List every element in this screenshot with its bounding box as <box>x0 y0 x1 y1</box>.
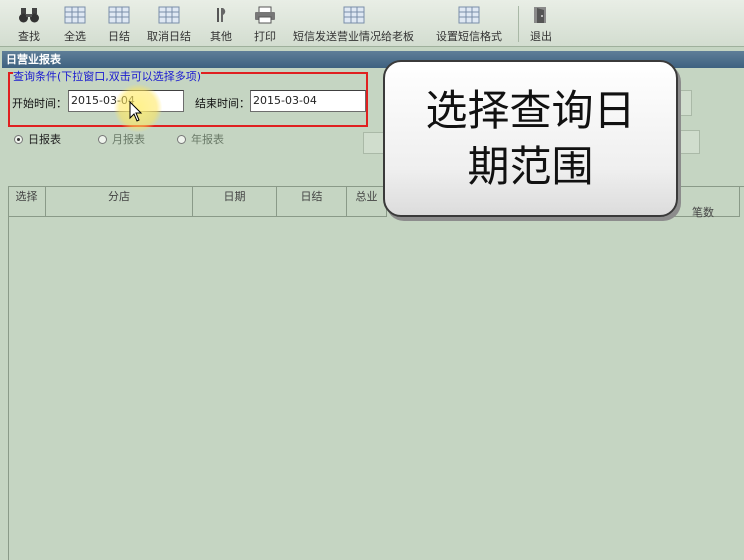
start-time-label: 开始时间： <box>12 97 67 110</box>
radio-dot <box>177 134 186 144</box>
toolbar: 查找 全选 日结 取消日结 其他 打印 短信发送营业情况给老板 设置短信格式 退… <box>0 0 744 47</box>
select-all-button[interactable]: 全选 <box>64 4 86 44</box>
callout-line-1: 选择查询日 <box>425 85 636 135</box>
mouse-cursor-icon <box>129 101 143 122</box>
column-header-day-close[interactable]: 日结 <box>277 186 347 217</box>
tools-icon <box>210 4 232 26</box>
other-label: 其他 <box>210 30 232 43</box>
disabled-field <box>676 130 700 154</box>
radio-daily-report[interactable]: 日报表 <box>14 131 61 147</box>
radio-label: 日报表 <box>28 133 61 146</box>
radio-label: 年报表 <box>191 133 224 146</box>
print-button[interactable]: 打印 <box>254 4 276 44</box>
binoculars-icon <box>18 4 40 26</box>
grid-icon <box>158 4 180 26</box>
find-button[interactable]: 查找 <box>18 4 40 44</box>
disabled-field <box>676 90 692 116</box>
report-grid[interactable] <box>8 186 744 560</box>
exit-button[interactable]: 退出 <box>530 4 552 44</box>
column-header-date[interactable]: 日期 <box>193 186 277 217</box>
day-close-label: 日结 <box>108 30 130 43</box>
exit-door-icon <box>530 4 552 26</box>
grid-icon <box>108 4 130 26</box>
end-time-input[interactable]: 2015-03-04 <box>250 90 366 112</box>
print-label: 打印 <box>254 30 276 43</box>
day-close-button[interactable]: 日结 <box>108 4 130 44</box>
callout-line-2: 期范围 <box>467 141 594 191</box>
radio-label: 月报表 <box>112 133 145 146</box>
sms-report-button[interactable]: 短信发送营业情况给老板 <box>293 4 414 44</box>
sms-report-label: 短信发送营业情况给老板 <box>293 30 414 43</box>
column-header-total[interactable]: 总业 <box>347 186 387 217</box>
other-button[interactable]: 其他 <box>210 4 232 44</box>
sms-format-button[interactable]: 设置短信格式 <box>436 4 502 44</box>
printer-icon <box>254 4 276 26</box>
sms-format-label: 设置短信格式 <box>436 30 502 43</box>
column-header-select[interactable]: 选择 <box>8 186 46 217</box>
cancel-day-close-label: 取消日结 <box>147 30 191 43</box>
query-caption: 查询条件(下拉窗口,双击可以选择多项) <box>13 70 202 83</box>
exit-label: 退出 <box>530 30 552 43</box>
select-all-label: 全选 <box>64 30 86 43</box>
radio-dot <box>98 134 107 144</box>
radio-yearly-report[interactable]: 年报表 <box>177 131 224 147</box>
grid-icon <box>64 4 86 26</box>
grid-icon <box>343 4 365 26</box>
end-time-label: 结束时间： <box>195 97 250 110</box>
radio-dot <box>14 134 23 144</box>
find-button-label: 查找 <box>18 30 40 43</box>
column-header-branch[interactable]: 分店 <box>46 186 193 217</box>
grid-icon <box>458 4 480 26</box>
toolbar-separator <box>518 6 519 42</box>
radio-monthly-report[interactable]: 月报表 <box>98 131 145 147</box>
cancel-day-close-button[interactable]: 取消日结 <box>147 4 191 44</box>
tutorial-callout: 选择查询日 期范围 <box>383 60 678 217</box>
